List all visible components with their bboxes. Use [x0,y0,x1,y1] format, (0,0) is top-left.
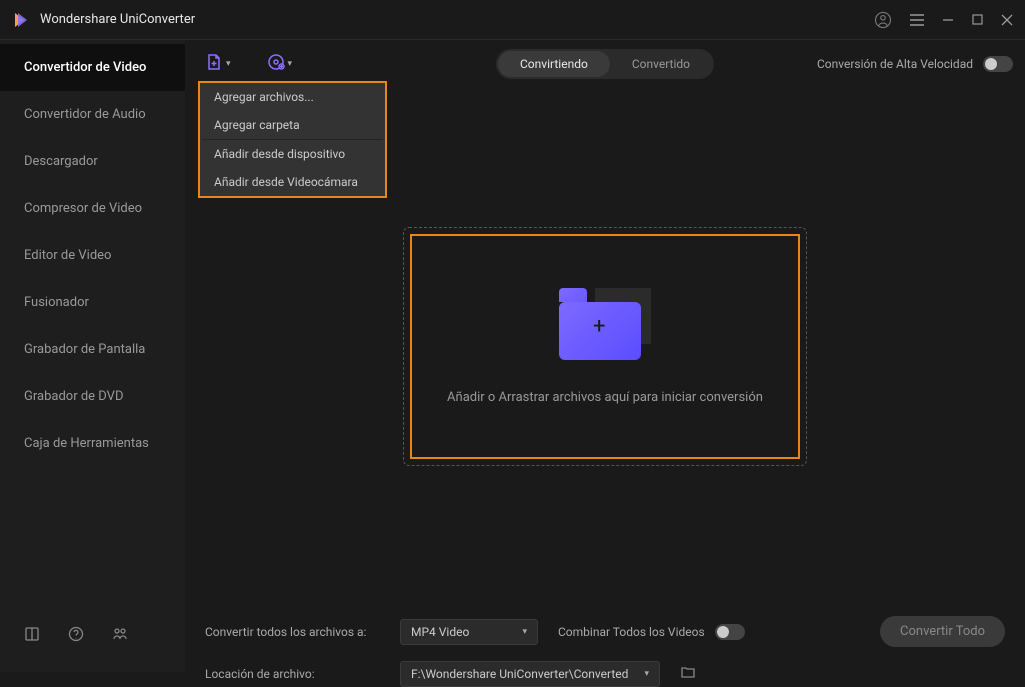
convert-all-label: Convertir todos los archivos a: [205,625,380,639]
tab-converted[interactable]: Convertido [610,51,712,77]
sidebar-item-video-editor[interactable]: Editor de Video [0,232,185,279]
chevron-down-icon: ▾ [644,669,649,679]
add-disc-button[interactable]: ▾ [259,47,301,81]
sidebar-item-toolbox[interactable]: Caja de Herramientas [0,420,185,467]
dropdown-item-add-files[interactable]: Agregar archivos... [200,83,385,111]
conversion-tabs: Convirtiendo Convertido [496,49,714,79]
app-title: Wondershare UniConverter [40,12,874,27]
disc-icon [267,53,285,75]
maximize-icon[interactable] [972,14,983,25]
file-location-label: Locación de archivo: [205,667,380,681]
open-folder-icon[interactable] [680,664,696,684]
dropdown-item-add-folder[interactable]: Agregar carpeta [200,111,385,139]
drop-zone-border: + Añadir o Arrastrar archivos aquí para … [403,227,807,466]
high-speed-label: Conversión de Alta Velocidad [817,57,973,71]
community-icon[interactable] [112,626,128,646]
chevron-down-icon: ▾ [288,59,293,69]
sidebar-item-video-converter[interactable]: Convertidor de Video [0,44,185,91]
sidebar-item-audio-converter[interactable]: Convertidor de Audio [0,91,185,138]
sidebar-item-video-compressor[interactable]: Compresor de Video [0,185,185,232]
drop-zone[interactable]: + Añadir o Arrastrar archivos aquí para … [410,234,800,459]
guide-icon[interactable] [24,626,40,646]
combine-videos-toggle[interactable] [715,624,745,640]
sidebar: Convertidor de Video Convertidor de Audi… [0,40,185,672]
sidebar-item-merger[interactable]: Fusionador [0,279,185,326]
file-location-value: F:\Wondershare UniConverter\Converted [411,667,628,681]
app-logo-icon [12,11,30,29]
minimize-icon[interactable] [942,14,954,26]
high-speed-toggle[interactable] [983,56,1013,72]
sidebar-item-screen-recorder[interactable]: Grabador de Pantalla [0,326,185,373]
user-account-icon[interactable] [874,11,892,29]
output-format-value: MP4 Video [411,625,469,639]
add-folder-icon: + [559,288,651,360]
dropdown-item-from-device[interactable]: Añadir desde dispositivo [200,140,385,168]
add-file-button[interactable]: ▾ Agregar archivos... Agregar carpeta Añ… [197,47,239,81]
help-icon[interactable] [68,626,84,646]
convert-all-button[interactable]: Convertir Todo [880,616,1005,647]
dropdown-item-from-camcorder[interactable]: Añadir desde Videocámara [200,168,385,196]
tab-converting[interactable]: Convirtiendo [498,51,610,77]
add-file-icon [205,53,223,75]
sidebar-item-downloader[interactable]: Descargador [0,138,185,185]
sidebar-item-dvd-burner[interactable]: Grabador de DVD [0,373,185,420]
output-format-select[interactable]: MP4 Video ▾ [400,619,538,645]
combine-videos-label: Combinar Todos los Videos [558,625,705,639]
file-location-select[interactable]: F:\Wondershare UniConverter\Converted ▾ [400,661,660,687]
menu-icon[interactable] [910,13,924,27]
add-file-dropdown: Agregar archivos... Agregar carpeta Añad… [198,81,387,198]
drop-instruction-text: Añadir o Arrastrar archivos aquí para in… [447,390,763,405]
chevron-down-icon: ▾ [226,59,231,69]
close-icon[interactable] [1001,14,1013,26]
chevron-down-icon: ▾ [522,627,527,637]
